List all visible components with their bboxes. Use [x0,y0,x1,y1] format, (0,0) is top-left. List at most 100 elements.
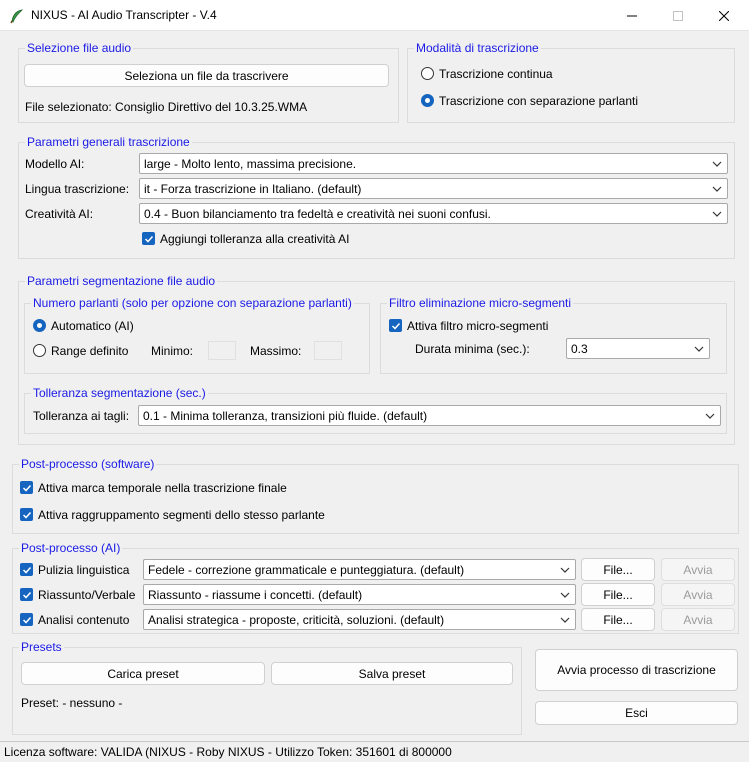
speaker-grouping-label[interactable]: Attiva raggruppamento segmenti dello ste… [38,508,325,522]
creativity-select-value: 0.4 - Buon bilanciamento tra fedeltà e c… [144,207,491,221]
load-preset-button[interactable]: Carica preset [21,662,265,685]
selected-file-label: File selezionato: Consiglio Direttivo de… [25,100,308,114]
presets-group: Presets [12,640,522,735]
file-selection-legend: Selezione file audio [25,41,134,55]
chevron-down-icon [560,617,570,623]
language-label: Lingua trascrizione: [25,182,130,196]
minimize-icon [627,15,637,16]
micro-segment-filter-checkbox[interactable] [389,319,402,332]
chevron-down-icon [560,592,570,598]
checkmark-icon [391,322,400,330]
checkmark-icon [22,511,31,519]
segmentation-legend: Parametri segmentazione file audio [25,274,218,288]
content-analysis-file-button[interactable]: File... [581,608,655,631]
content-analysis-value: Analisi strategica - proposte, criticità… [148,613,445,627]
model-select-value: large - Molto lento, massima precisione. [144,157,357,171]
speakers-min-input[interactable] [208,341,236,360]
checkmark-icon [22,616,31,624]
maximize-icon [673,10,683,21]
feather-pen-icon [10,9,24,24]
chevron-down-icon [712,211,722,217]
postprocess-software-legend: Post-processo (software) [19,457,157,471]
language-select[interactable]: it - Forza trascrizione in Italiano. (de… [139,178,728,199]
exit-button[interactable]: Esci [535,701,738,725]
close-button[interactable] [701,0,747,31]
close-icon [719,10,729,21]
summary-value: Riassunto - riassume i concetti. (defaul… [148,588,363,602]
speakers-max-label: Massimo: [250,344,302,358]
summary-checkbox[interactable] [20,588,33,601]
chevron-down-icon [694,346,704,352]
speakers-max-input[interactable] [314,341,342,360]
linguistic-cleanup-run-button[interactable]: Avvia [661,558,735,581]
mode-continuous-label[interactable]: Trascrizione continua [439,67,553,81]
mode-speaker-separation-radio[interactable] [421,94,434,107]
content-analysis-checkbox[interactable] [20,613,33,626]
checkmark-icon [22,566,31,574]
cut-tolerance-value: 0.1 - Minima tolleranza, transizioni più… [143,409,428,423]
micro-segment-filter-label[interactable]: Attiva filtro micro-segmenti [407,319,548,333]
linguistic-cleanup-file-button[interactable]: File... [581,558,655,581]
speakers-min-label: Minimo: [151,344,194,358]
chevron-down-icon [560,567,570,573]
segmentation-tolerance-legend: Tolleranza segmentazione (sec.) [31,386,208,400]
presets-legend: Presets [19,640,64,654]
transcription-mode-legend: Modalità di trascrizione [414,41,541,55]
minimize-button[interactable] [609,0,655,31]
save-preset-button[interactable]: Salva preset [271,662,513,685]
creativity-tolerance-checkbox[interactable] [142,232,155,245]
creativity-label: Creatività AI: [25,207,94,221]
creativity-select[interactable]: 0.4 - Buon bilanciamento tra fedeltà e c… [139,203,728,224]
summary-file-button[interactable]: File... [581,583,655,606]
title-bar: NIXUS - AI Audio Transcripter - V.4 [0,0,749,31]
content-analysis-label[interactable]: Analisi contenuto [38,613,129,627]
speakers-auto-radio[interactable] [33,319,46,332]
status-bar: Licenza software: VALIDA (NIXUS - Roby N… [0,741,749,762]
min-duration-label: Durata minima (sec.): [415,342,530,356]
creativity-tolerance-label[interactable]: Aggiungi tolleranza alla creatività AI [160,232,349,246]
speakers-group: Numero parlanti (solo per opzione con se… [24,296,370,374]
license-status-text: Licenza software: VALIDA (NIXUS - Roby N… [4,745,452,759]
speakers-range-label[interactable]: Range definito [51,344,128,358]
checkmark-icon [22,591,31,599]
min-duration-select[interactable]: 0.3 [566,338,710,359]
checkmark-icon [144,235,153,243]
transcription-mode-group: Modalità di trascrizione [407,41,735,123]
mode-speaker-separation-label[interactable]: Trascrizione con separazione parlanti [439,94,638,108]
summary-run-button[interactable]: Avvia [661,583,735,606]
linguistic-cleanup-label[interactable]: Pulizia linguistica [38,563,129,577]
general-params-legend: Parametri generali trascrizione [25,135,192,149]
model-select[interactable]: large - Molto lento, massima precisione. [139,153,728,174]
summary-label[interactable]: Riassunto/Verbale [38,588,135,602]
chevron-down-icon [705,413,715,419]
content-analysis-select[interactable]: Analisi strategica - proposte, criticità… [143,609,576,630]
start-transcription-button[interactable]: Avvia processo di trascrizione [535,649,738,691]
min-duration-value: 0.3 [571,342,588,356]
postprocess-ai-legend: Post-processo (AI) [19,541,123,555]
language-select-value: it - Forza trascrizione in Italiano. (de… [144,182,362,196]
speaker-grouping-checkbox[interactable] [20,508,33,521]
timestamp-label[interactable]: Attiva marca temporale nella trascrizion… [38,481,287,495]
mode-continuous-radio[interactable] [421,67,434,80]
model-label: Modello AI: [25,157,85,171]
select-file-button[interactable]: Seleziona un file da trascrivere [24,64,389,87]
cut-tolerance-select[interactable]: 0.1 - Minima tolleranza, transizioni più… [138,405,721,426]
micro-segment-filter-legend: Filtro eliminazione micro-segmenti [387,296,574,310]
speakers-auto-label[interactable]: Automatico (AI) [51,319,134,333]
current-preset-label: Preset: - nessuno - [21,696,123,710]
maximize-button[interactable] [655,0,701,31]
cut-tolerance-label: Tolleranza ai tagli: [33,409,130,423]
speakers-range-radio[interactable] [33,344,46,357]
window-title: NIXUS - AI Audio Transcripter - V.4 [31,8,217,22]
chevron-down-icon [712,186,722,192]
checkmark-icon [22,484,31,492]
timestamp-checkbox[interactable] [20,481,33,494]
linguistic-cleanup-value: Fedele - correzione grammaticale e punte… [148,563,465,577]
chevron-down-icon [712,161,722,167]
content-analysis-run-button[interactable]: Avvia [661,608,735,631]
speakers-legend: Numero parlanti (solo per opzione con se… [31,296,354,310]
summary-select[interactable]: Riassunto - riassume i concetti. (defaul… [143,584,576,605]
linguistic-cleanup-checkbox[interactable] [20,563,33,576]
linguistic-cleanup-select[interactable]: Fedele - correzione grammaticale e punte… [143,559,576,580]
postprocess-software-group: Post-processo (software) [12,457,739,534]
